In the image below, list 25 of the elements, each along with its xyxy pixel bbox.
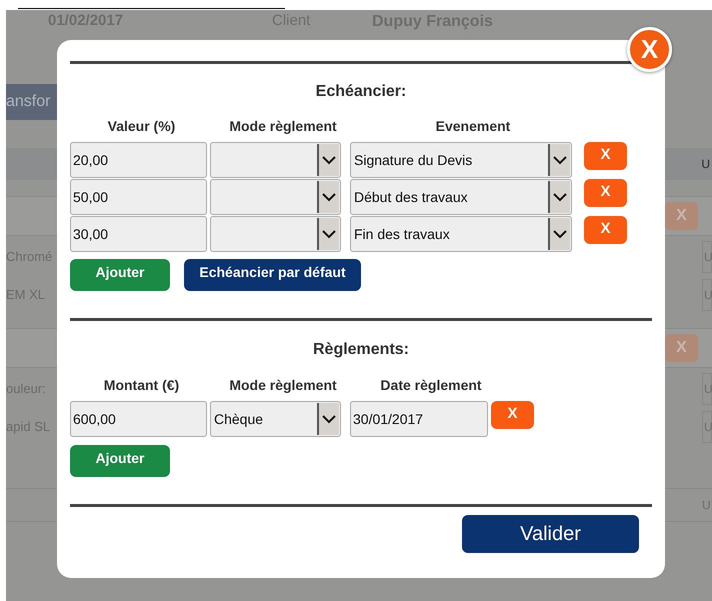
column-header: Mode règlement bbox=[229, 376, 337, 393]
dropdown[interactable]: Fin des travaux bbox=[350, 216, 572, 252]
input-field[interactable]: 30/01/2017 bbox=[350, 401, 488, 437]
input-field[interactable]: 600,00 bbox=[70, 401, 207, 437]
dropdown[interactable] bbox=[210, 142, 341, 178]
column-header: Evenement bbox=[436, 117, 510, 134]
dropdown[interactable] bbox=[210, 179, 341, 215]
input-field[interactable]: 30,00 bbox=[70, 216, 207, 252]
column-header: U bbox=[701, 156, 710, 173]
input-field[interactable]: 50,00 bbox=[70, 179, 207, 215]
column-header: Montant (€) bbox=[104, 376, 180, 393]
column-header: Date règlement bbox=[380, 376, 482, 393]
dropdown[interactable]: Début des travaux bbox=[350, 179, 572, 215]
dropdown[interactable]: Signature du Devis bbox=[350, 142, 572, 178]
submit-button[interactable]: Valider bbox=[462, 515, 639, 553]
section-title: Règlements: bbox=[312, 340, 410, 360]
section-title: Echéancier: bbox=[316, 82, 406, 102]
dropdown[interactable]: Chèque bbox=[210, 401, 341, 437]
column-header: Valeur (%) bbox=[108, 117, 176, 134]
dropdown[interactable] bbox=[210, 216, 341, 252]
add-button[interactable]: Ajouter bbox=[70, 259, 170, 291]
default-schedule-button[interactable]: Echéancier par défaut bbox=[184, 259, 361, 291]
add-button[interactable]: Ajouter bbox=[70, 445, 170, 477]
column-header: Mode règlement bbox=[229, 117, 337, 134]
input-field[interactable]: 20,00 bbox=[70, 142, 207, 178]
